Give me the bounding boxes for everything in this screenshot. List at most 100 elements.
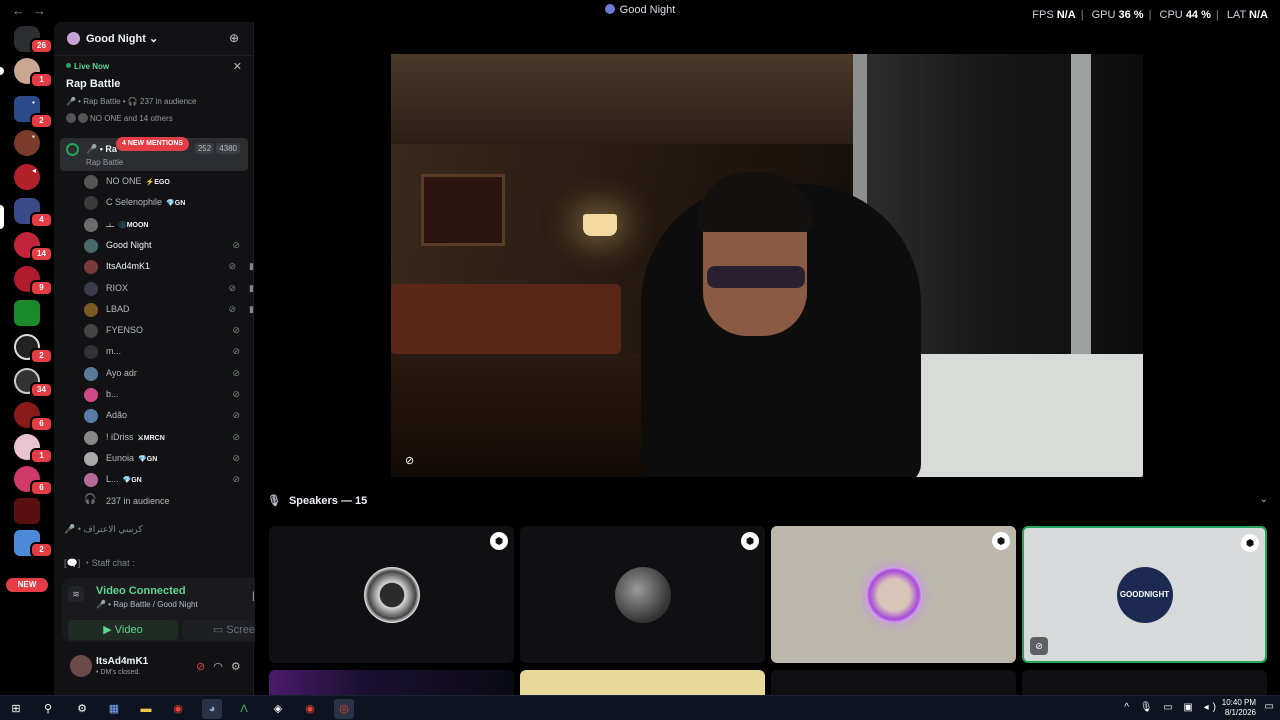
clock[interactable]: 10:40 PM 8/1/2026 xyxy=(1222,698,1256,718)
add-member-icon[interactable]: ⊕ xyxy=(229,31,243,45)
avatar xyxy=(84,473,98,488)
server-name[interactable]: Good Night ⌄ xyxy=(86,32,158,45)
member-name: C Selenophile 💎GN xyxy=(106,197,186,208)
speaker-tile[interactable] xyxy=(520,670,765,695)
video-painting xyxy=(421,174,505,246)
member-row[interactable]: FYENSO ⊘ xyxy=(84,321,248,341)
muted-icon: ⊘ xyxy=(232,431,240,442)
avatar[interactable] xyxy=(70,655,92,677)
headphones-icon[interactable]: ◠ xyxy=(213,661,231,673)
search-icon[interactable]: ⚲ xyxy=(38,699,58,719)
live-meta: 🎤 • Rap Battle • 🎧 237 in audience xyxy=(66,97,197,106)
server-icon[interactable] xyxy=(14,300,40,326)
member-name: Good Night xyxy=(106,239,152,250)
discord-app: ←→ Good Night FPS N/A | GPU 36 % | CPU 44 … xyxy=(0,0,1280,695)
window-title-text: Good Night xyxy=(619,4,676,16)
video-button[interactable]: ▶ Video xyxy=(68,620,178,640)
member-row[interactable]: LBAD ⊘ ▮ xyxy=(84,300,254,320)
lat-value: N/A xyxy=(1249,9,1268,21)
audience-row[interactable]: 🎧 237 in audience xyxy=(84,492,248,512)
member-name: Ayo adr xyxy=(106,367,137,378)
speaker-tile[interactable]: ⬢ xyxy=(269,526,514,663)
windows-start-icon[interactable]: ⊞ xyxy=(6,699,26,719)
headphones-icon: 🎧 xyxy=(84,494,97,505)
speaker-tile[interactable] xyxy=(771,670,1016,695)
server-badge: 9 xyxy=(30,280,53,296)
stage-view: ⊘ 🎙 Speakers — 15 ⌄ ⬢ ⬢ ⬢ ⬢ GOODNIGHT ⊘ xyxy=(255,22,1280,695)
server-badge: 1 xyxy=(30,448,53,464)
avatar: GOODNIGHT xyxy=(1116,566,1173,623)
muted-icon: ⊘ xyxy=(232,367,240,378)
channel-staff-chat[interactable]: [🗨️] ・Staff chat : xyxy=(64,556,135,569)
server-badge: 6 xyxy=(30,416,53,432)
video-person-glasses xyxy=(707,266,805,288)
voice-icon: ▪ xyxy=(32,132,35,141)
discord-icon[interactable]: ◕ xyxy=(202,699,222,719)
member-row[interactable]: Eunoia 💎GN ⊘ xyxy=(84,449,248,469)
member-row[interactable]: ـنـ 🌑MOON xyxy=(84,215,248,235)
member-row[interactable]: L... 💎GN ⊘ xyxy=(84,470,248,490)
member-row[interactable]: ItsAd4mK1 ⊘ ▮ xyxy=(84,257,254,277)
chevron-down-icon[interactable]: ⌄ xyxy=(1260,494,1268,505)
app-icon[interactable]: Λ xyxy=(234,699,254,719)
windows-taskbar: ⊞ ⚲ ⚙ ▦ ▬ ◉ ◕ Λ ◈ ◉ ◎ ^ 🎙 ▭ ▣ ◂) 10:40 P… xyxy=(0,695,1280,720)
server-icon[interactable] xyxy=(14,164,40,190)
connection-status[interactable]: Video Connected xyxy=(96,585,186,597)
store-icon[interactable]: ▦ xyxy=(104,699,124,719)
muted-icon: ⊘ xyxy=(232,346,240,357)
member-row[interactable]: RIOX ⊘ ▮ xyxy=(84,279,254,299)
close-icon[interactable]: ✕ xyxy=(233,60,242,73)
video-window-frame xyxy=(1071,54,1091,384)
stats-sep: | xyxy=(1148,9,1152,21)
speaker-tile[interactable] xyxy=(1022,670,1267,695)
member-name: m... xyxy=(106,346,121,357)
muted-icon: ⊘ xyxy=(232,325,240,336)
speaker-tile[interactable] xyxy=(269,670,514,695)
member-row[interactable]: b... ⊘ xyxy=(84,385,248,405)
server-header[interactable]: Good Night ⌄ ⊕ xyxy=(54,22,254,56)
app-icon[interactable]: ◈ xyxy=(268,699,288,719)
member-row[interactable]: NO ONE ⚡EGO xyxy=(84,172,248,192)
member-row[interactable]: ! iDriss ⚔MRCN ⊘ xyxy=(84,428,248,448)
speaker-tile-speaking[interactable]: ⬢ GOODNIGHT ⊘ xyxy=(1022,526,1267,663)
stage-channel-topic: Rap Battle xyxy=(86,158,124,167)
member-row[interactable]: m... ⊘ xyxy=(84,342,248,362)
member-name: LBAD xyxy=(106,303,130,314)
member-row[interactable]: Good Night ⊘ xyxy=(84,236,248,256)
server-icon[interactable] xyxy=(14,498,40,524)
perf-overlay: FPS N/A | GPU 36 % | CPU 44 % | LAT N/A xyxy=(1032,9,1268,21)
chrome-icon[interactable]: ◉ xyxy=(168,699,188,719)
server-icon[interactable] xyxy=(14,130,40,156)
muted-icon: ⊘ xyxy=(1030,637,1048,655)
muted-icon: ⊘ xyxy=(228,282,236,293)
notification-icon[interactable]: ▭ xyxy=(1265,701,1274,712)
new-servers-badge[interactable]: NEW xyxy=(6,578,48,592)
moderator-shield-icon: ⬢ xyxy=(1241,534,1259,552)
avatar xyxy=(84,388,98,402)
channel-confession-chair[interactable]: 🎤 • كرسي الاعتراف xyxy=(64,524,143,535)
chrome-icon[interactable]: ◉ xyxy=(300,699,320,719)
member-tag: ⚡EGO xyxy=(145,179,170,186)
connection-location[interactable]: 🎤 • Rap Battle / Good Night xyxy=(96,600,198,609)
member-name: b... xyxy=(106,389,119,399)
avatar xyxy=(614,566,671,623)
member-row[interactable]: Adão ⊘ xyxy=(84,406,248,426)
new-mentions-badge[interactable]: 4 NEW MENTIONS xyxy=(116,137,190,151)
speaker-tile[interactable]: ⬢ xyxy=(771,526,1016,663)
avatar xyxy=(84,366,98,381)
settings-gear-icon[interactable]: ⚙ xyxy=(231,661,249,673)
member-row[interactable]: Ayo adr ⊘ xyxy=(84,364,248,384)
user-name[interactable]: ItsAd4mK1 xyxy=(96,656,148,667)
mic-muted-icon[interactable]: ⊘ xyxy=(196,661,213,673)
record-icon[interactable]: ◎ xyxy=(334,699,354,719)
member-name: ـنـ 🌑MOON xyxy=(106,218,149,229)
system-tray[interactable]: ^ 🎙 ▭ ▣ ◂) xyxy=(1124,702,1220,713)
stage-counts: 252 4380 xyxy=(193,143,240,154)
speaker-tile[interactable]: ⬢ xyxy=(520,526,765,663)
settings-gear-icon[interactable]: ⚙ xyxy=(72,699,92,719)
member-row[interactable]: C Selenophile 💎GN xyxy=(84,193,248,213)
video-feed[interactable]: ⊘ xyxy=(391,54,1143,477)
signal-icon[interactable]: ≋ xyxy=(68,586,84,602)
live-now-card[interactable]: Live Now ✕ Rap Battle 🎤 • Rap Battle • 🎧… xyxy=(60,60,248,126)
folder-icon[interactable]: ▬ xyxy=(136,699,156,719)
